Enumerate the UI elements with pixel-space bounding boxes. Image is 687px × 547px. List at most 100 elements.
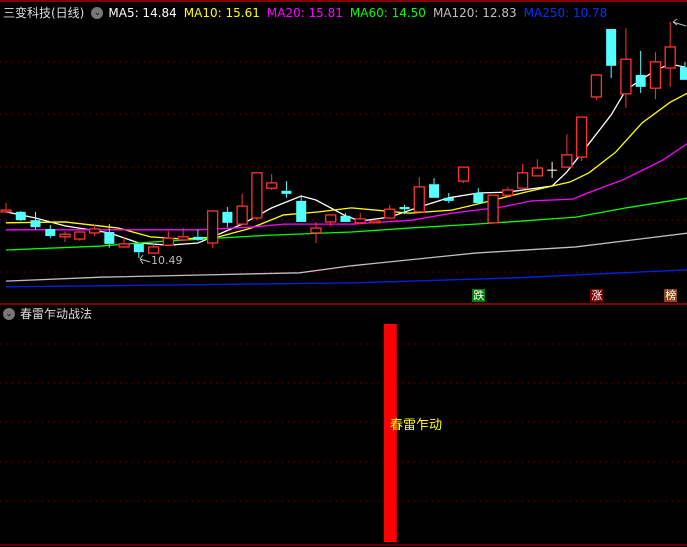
candle-body [177,236,189,241]
marker-die[interactable]: 跌 [472,289,486,302]
chart-canvas [0,0,687,546]
ma120-label: MA120: 12.83 [432,5,517,20]
candle [192,229,203,241]
candle-body [457,166,470,182]
candle-body [413,186,425,213]
candle-body [30,220,41,228]
candle-body [251,172,263,219]
candle [310,221,322,243]
candle-body [575,116,588,158]
signal-bars [383,324,397,542]
signal-label: 春雷乍动 [390,418,443,433]
candle [606,28,617,79]
candle-body [531,167,544,177]
candle-body [606,28,617,66]
candle [251,172,263,221]
chevron-down-icon[interactable]: ⌄ [91,6,104,19]
candle-body [147,246,160,254]
candle-body [516,172,529,189]
candle [561,134,573,168]
ma250-label: MA250: 10.78 [523,5,608,20]
candle [516,164,529,189]
chart-header: 三变科技(日线) ⌄ MA5: 14.84 MA10: 15.61 MA20: … [3,4,614,21]
candle-body [561,154,573,168]
ma10-label: MA10: 15.61 [183,5,260,20]
candle [59,231,71,243]
candle [429,178,440,198]
candle-body [487,194,499,224]
candle-body [15,211,26,221]
candle [531,159,544,177]
candle [266,174,278,190]
candle-body [502,189,514,196]
candle-body [384,208,396,219]
candle [413,177,425,213]
candle-body [88,228,101,234]
candle [0,203,12,214]
candle-body [649,61,662,89]
candle-body [118,243,130,248]
candle [88,225,101,236]
candle [384,204,396,219]
candle-body [325,214,337,223]
candle [664,21,676,87]
candle [162,231,175,246]
candle [45,225,56,239]
candles [0,21,687,258]
indicator-title: 春雷乍动战法 [20,307,93,321]
low-arrow-icon [139,254,151,265]
marker-zhang[interactable]: 涨 [590,289,604,302]
candle [635,50,646,93]
candle-body [664,46,676,69]
stock-title: 三变科技(日线) [3,6,85,20]
candle [457,166,470,183]
candle-body [59,233,71,238]
candle-body [45,228,56,236]
candle-body [104,232,115,244]
candle [30,211,41,230]
candle [222,207,233,228]
candle-body [443,197,454,201]
ma-lines [5,63,687,288]
candle-body [281,190,292,194]
candle-body [0,209,12,213]
candle-body [133,243,144,253]
candle-body [354,218,366,224]
ma60-label: MA60: 14.50 [349,5,426,20]
ma5-label: MA5: 14.84 [108,5,177,20]
candle-body [192,236,203,240]
candle-body [620,58,632,95]
signal-bar [383,324,397,542]
candle [473,188,484,204]
candle [206,210,219,248]
candle-body [296,200,307,222]
ma20-label: MA20: 15.81 [266,5,343,20]
candle [590,74,603,101]
candle-body [206,210,219,244]
candle [575,116,588,161]
candle-body [429,184,440,198]
candle [296,195,307,222]
candle-body [635,75,646,87]
candle [281,181,292,198]
candle [236,193,248,225]
marker-bang[interactable]: 榜 [664,289,678,302]
candle [443,192,454,204]
candle-body [590,74,603,98]
candle-body [222,211,233,223]
candle [15,210,26,222]
candle [354,213,366,224]
chevron-down-icon[interactable]: ⌄ [3,307,15,320]
candle [547,161,558,179]
candle-body [473,192,484,204]
candle-body [74,231,86,240]
candle [147,243,160,254]
candle-body [369,220,381,224]
candle-body [310,227,322,234]
candle [74,231,86,241]
candle-body [399,207,410,210]
candle-body [162,237,175,246]
high-arrow-icon [672,18,687,27]
candle-body [266,182,278,189]
candle-body [236,205,248,225]
